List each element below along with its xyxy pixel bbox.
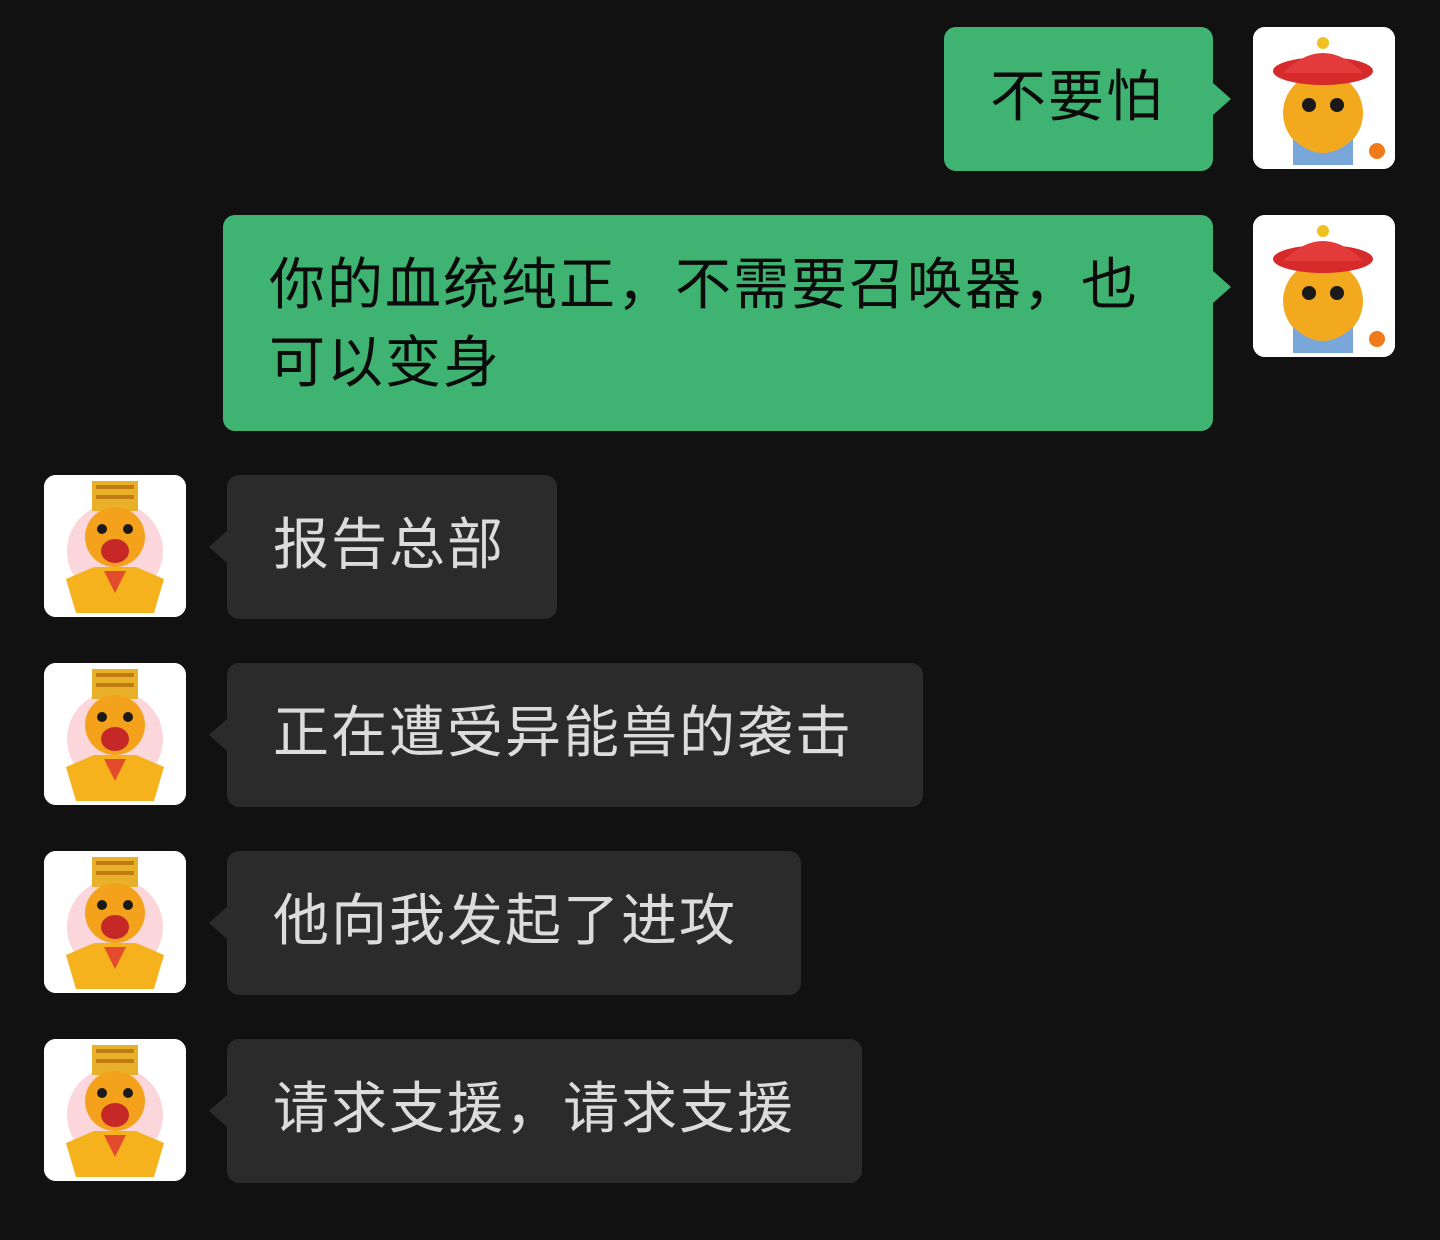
emperor-crown-avatar-icon [44,663,186,805]
sender-avatar-official[interactable] [1253,27,1395,169]
message-text: 报告总部 [273,513,505,578]
bubble-tail [209,907,227,939]
emperor-crown-avatar-icon [44,475,186,617]
message-bubble-outgoing[interactable]: 你的血统纯正，不需要召唤器，也可以变身 [223,215,1231,431]
bubble-tail [209,719,227,751]
message-bubble-outgoing[interactable]: 不要怕 [944,27,1231,171]
qing-official-hat-avatar-icon [1253,215,1395,357]
chat-message-list: 不要怕 你的血统纯正，不需要召唤器，也可以变身 报告总部 正在遭受异能兽的袭击 … [0,0,1440,1240]
sender-avatar-emperor[interactable] [44,663,186,805]
emperor-crown-avatar-icon [44,851,186,993]
bubble-tail [209,1095,227,1127]
message-text: 他向我发起了进攻 [273,889,737,954]
message-text: 你的血统纯正，不需要召唤器，也可以变身 [269,253,1139,396]
sender-avatar-emperor[interactable] [44,475,186,617]
message-bubble-incoming[interactable]: 请求支援，请求支援 [209,1039,862,1183]
bubble-tail [1213,83,1231,115]
sender-avatar-emperor[interactable] [44,1039,186,1181]
bubble-tail [209,531,227,563]
message-bubble-incoming[interactable]: 他向我发起了进攻 [209,851,801,995]
message-text: 不要怕 [990,65,1164,130]
message-text: 正在遭受异能兽的袭击 [273,701,853,766]
qing-official-hat-avatar-icon [1253,27,1395,169]
message-bubble-incoming[interactable]: 正在遭受异能兽的袭击 [209,663,923,807]
emperor-crown-avatar-icon [44,1039,186,1181]
sender-avatar-official[interactable] [1253,215,1395,357]
message-bubble-incoming[interactable]: 报告总部 [209,475,557,619]
sender-avatar-emperor[interactable] [44,851,186,993]
bubble-tail [1213,271,1231,303]
message-text: 请求支援，请求支援 [273,1077,795,1142]
